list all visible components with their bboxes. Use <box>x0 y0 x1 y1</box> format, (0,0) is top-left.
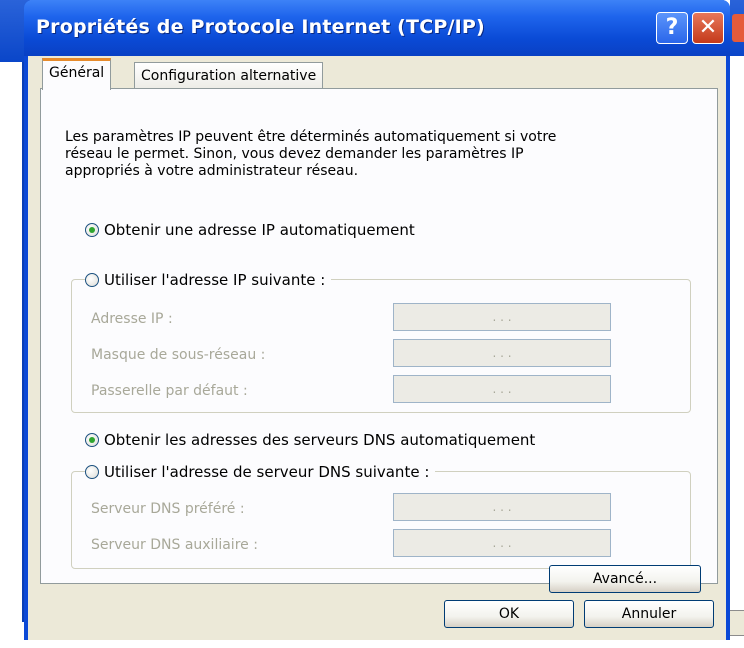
close-button[interactable]: ✕ <box>692 12 724 44</box>
alternate-dns-label: Serveur DNS auxiliaire : <box>91 537 258 553</box>
radio-ip-manual-indicator[interactable] <box>85 273 99 287</box>
help-button[interactable]: ? <box>656 12 688 44</box>
help-icon: ? <box>665 15 679 40</box>
preferred-dns-dots: . . . <box>492 500 512 514</box>
dialog-client-area: Général Configuration alternative Les pa… <box>28 56 726 640</box>
ip-address-dots: . . . <box>492 310 512 324</box>
window-title: Propriétés de Protocole Internet (TCP/IP… <box>36 16 485 38</box>
radio-ip-auto-label: Obtenir une adresse IP automatiquement <box>104 221 415 239</box>
radio-ip-manual-label: Utiliser l'adresse IP suivante : <box>104 271 326 289</box>
cancel-button[interactable]: Annuler <box>584 600 714 628</box>
background-window-right <box>730 0 744 648</box>
alternate-dns-dots: . . . <box>492 536 512 550</box>
alternate-dns-input[interactable]: . . . <box>393 529 611 557</box>
preferred-dns-label: Serveur DNS préféré : <box>91 501 245 517</box>
subnet-mask-dots: . . . <box>492 346 512 360</box>
tcpip-properties-dialog: Propriétés de Protocole Internet (TCP/IP… <box>24 0 730 640</box>
default-gateway-input[interactable]: . . . <box>393 375 611 403</box>
tab-panel-general: Les paramètres IP peuvent être déterminé… <box>40 88 718 593</box>
radio-dns-auto-label: Obtenir les adresses des serveurs DNS au… <box>104 431 536 449</box>
intro-text: Les paramètres IP peuvent être déterminé… <box>65 129 685 180</box>
default-gateway-label: Passerelle par défaut : <box>91 383 248 399</box>
ip-address-input[interactable]: . . . <box>393 303 611 331</box>
tab-general[interactable]: Général <box>42 58 112 90</box>
subnet-mask-label: Masque de sous-réseau : <box>91 347 266 363</box>
close-icon: ✕ <box>698 15 718 40</box>
radio-dns-auto[interactable]: Obtenir les adresses des serveurs DNS au… <box>85 431 542 449</box>
radio-dns-auto-indicator[interactable] <box>85 433 99 447</box>
background-window-left <box>0 0 24 648</box>
radio-dns-manual-indicator[interactable] <box>85 465 99 479</box>
radio-dns-manual-label: Utiliser l'adresse de serveur DNS suivan… <box>104 463 430 481</box>
radio-ip-auto[interactable]: Obtenir une adresse IP automatiquement <box>85 221 421 239</box>
radio-ip-manual[interactable]: Utiliser l'adresse IP suivante : <box>85 271 332 289</box>
intro-line: appropriés à votre administrateur réseau… <box>65 163 359 179</box>
radio-ip-auto-indicator[interactable] <box>85 223 99 237</box>
tab-alternative-configuration[interactable]: Configuration alternative <box>134 62 324 90</box>
intro-line: réseau le permet. Sinon, vous devez dema… <box>65 146 524 162</box>
title-bar[interactable]: Propriétés de Protocole Internet (TCP/IP… <box>24 0 730 56</box>
default-gateway-dots: . . . <box>492 382 512 396</box>
advanced-button[interactable]: Avancé... <box>549 565 701 593</box>
radio-dns-manual[interactable]: Utiliser l'adresse de serveur DNS suivan… <box>85 463 436 481</box>
ok-button[interactable]: OK <box>444 600 574 628</box>
subnet-mask-input[interactable]: . . . <box>393 339 611 367</box>
ip-address-label: Adresse IP : <box>91 311 173 327</box>
preferred-dns-input[interactable]: . . . <box>393 493 611 521</box>
intro-line: Les paramètres IP peuvent être déterminé… <box>65 129 557 145</box>
background-window-right-button <box>729 610 744 636</box>
background-close-icon <box>732 14 744 42</box>
